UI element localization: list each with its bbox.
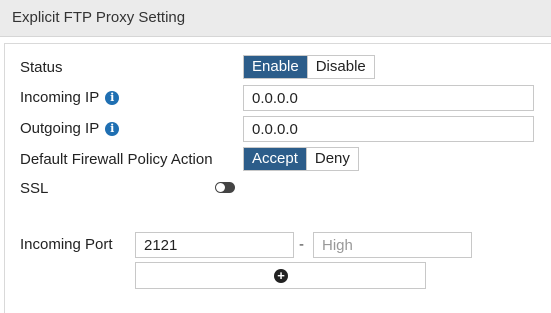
incoming-ip-label-text: Incoming IP [20, 89, 100, 106]
incoming-ip-label: Incoming IP i [20, 89, 120, 106]
default-policy-label: Default Firewall Policy Action [20, 151, 213, 168]
outgoing-ip-label-text: Outgoing IP [20, 120, 100, 137]
status-disable-button[interactable]: Disable [306, 56, 374, 78]
add-port-button[interactable]: + [135, 262, 426, 289]
policy-accept-button[interactable]: Accept [244, 148, 306, 170]
status-enable-button[interactable]: Enable [244, 56, 307, 78]
ssl-toggle-knob [216, 183, 225, 192]
incoming-port-high-input[interactable] [313, 232, 472, 258]
outgoing-ip-label: Outgoing IP i [20, 120, 120, 137]
incoming-port-low-input[interactable] [135, 232, 294, 258]
policy-deny-button[interactable]: Deny [305, 148, 358, 170]
info-icon[interactable]: i [105, 91, 120, 105]
status-label: Status [20, 59, 63, 76]
outgoing-ip-input[interactable] [243, 116, 534, 142]
ssl-label: SSL [20, 180, 49, 197]
info-icon[interactable]: i [105, 122, 120, 136]
status-toggle-group: Enable Disable [243, 55, 375, 79]
incoming-ip-input[interactable] [243, 85, 534, 111]
section-header: Explicit FTP Proxy Setting [0, 0, 551, 37]
ssl-toggle[interactable] [215, 182, 235, 193]
port-range-separator: - [299, 236, 304, 253]
section-title: Explicit FTP Proxy Setting [12, 9, 186, 26]
plus-circle-icon: + [274, 269, 288, 283]
incoming-port-label: Incoming Port [20, 236, 113, 253]
default-policy-toggle-group: Accept Deny [243, 147, 359, 171]
